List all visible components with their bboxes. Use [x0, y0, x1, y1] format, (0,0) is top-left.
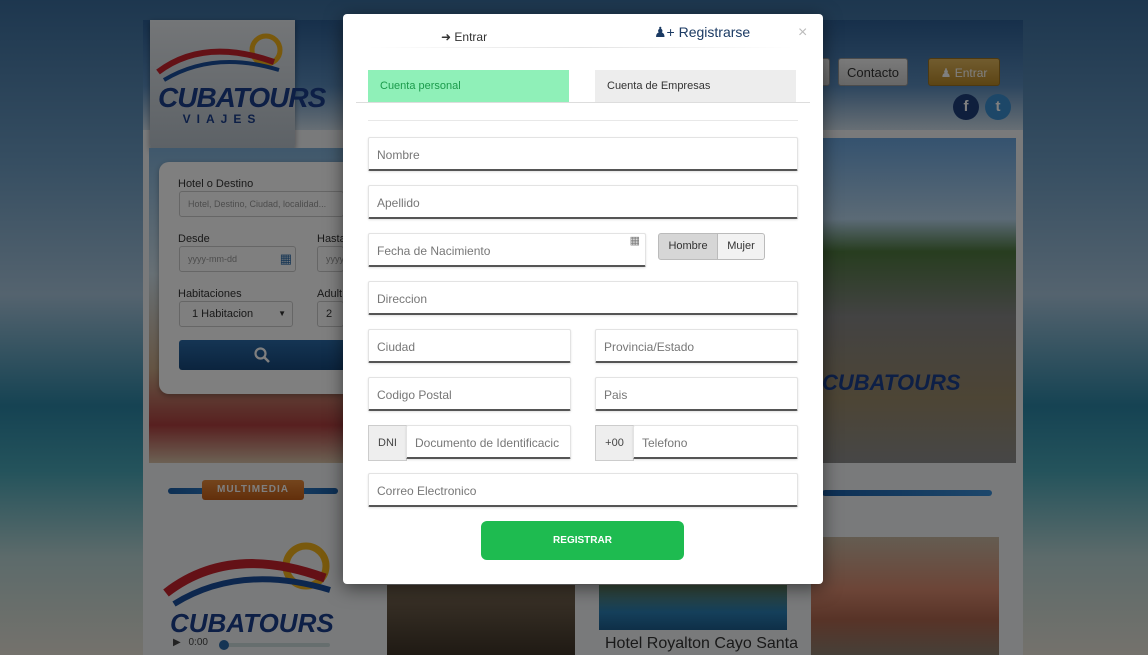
tab-divider [368, 47, 793, 48]
documento-field[interactable]: Documento de Identificacic [406, 425, 571, 459]
nombre-field[interactable]: Nombre [368, 137, 798, 171]
calendar-icon[interactable]: ▦ [630, 234, 640, 248]
fecha-nacimiento-placeholder: Fecha de Nacimiento [377, 244, 491, 258]
tab-registrarse-label: Registrarse [678, 24, 751, 40]
codigo-postal-field[interactable]: Codigo Postal [368, 377, 571, 411]
direccion-field[interactable]: Direccion [368, 281, 798, 315]
provincia-field[interactable]: Provincia/Estado [595, 329, 798, 363]
tab-cuenta-personal[interactable]: Cuenta personal [368, 70, 569, 102]
form-divider [368, 120, 798, 121]
phone-prefix-addon: +00 [595, 425, 634, 461]
user-plus-icon: ♟+ [654, 24, 675, 40]
close-icon[interactable]: × [798, 24, 807, 42]
gender-mujer-button[interactable]: Mujer [717, 233, 765, 260]
tab-entrar[interactable]: ➜ Entrar [441, 30, 487, 44]
apellido-field[interactable]: Apellido [368, 185, 798, 219]
tab-entrar-label: Entrar [454, 30, 488, 44]
register-button[interactable]: REGISTRAR [481, 521, 684, 560]
tab-registrarse[interactable]: ♟+ Registrarse [654, 24, 750, 41]
fecha-nacimiento-field[interactable]: Fecha de Nacimiento ▦ [368, 233, 646, 267]
sign-in-icon: ➜ [441, 30, 452, 44]
tab-cuenta-empresas[interactable]: Cuenta de Empresas [595, 70, 796, 102]
gender-hombre-button[interactable]: Hombre [658, 233, 718, 260]
ciudad-field[interactable]: Ciudad [368, 329, 571, 363]
correo-field[interactable]: Correo Electronico [368, 473, 798, 507]
telefono-field[interactable]: Telefono [633, 425, 798, 459]
dni-addon: DNI [368, 425, 407, 461]
account-tab-divider [356, 102, 810, 103]
register-modal: ➜ Entrar ♟+ Registrarse × Cuenta persona… [343, 14, 823, 584]
pais-field[interactable]: Pais [595, 377, 798, 411]
